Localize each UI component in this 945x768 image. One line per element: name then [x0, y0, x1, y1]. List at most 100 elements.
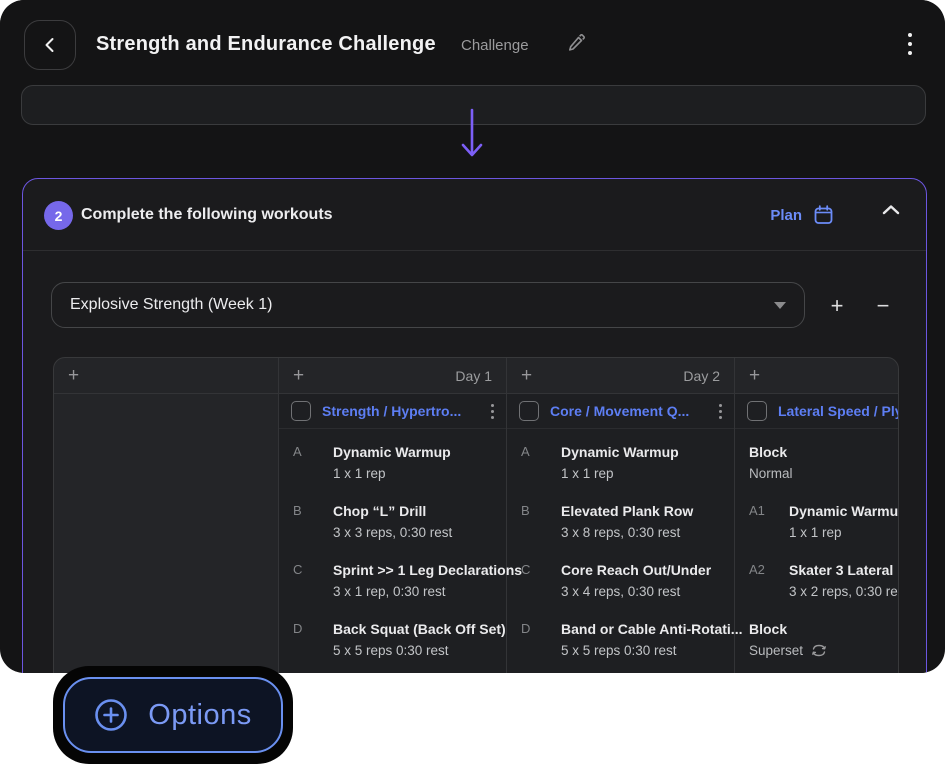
exercise-list: A Dynamic Warmup1 x 1 rep BChop “L” Drill3… — [279, 429, 506, 661]
exercise-list: A Dynamic Warmup1 x 1 rep BElevated Plank … — [507, 429, 734, 661]
screen: Strength and Endurance Challenge Challen… — [0, 0, 945, 768]
workout-planner-table: + + Day 1 + Day 2 + Strength / Hypertro... A Dyn… — [53, 357, 899, 673]
exercise-detail: 3 x 1 rep, 0:30 rest — [333, 581, 506, 602]
planner-header-cell: + Day 2 — [507, 358, 735, 393]
exercise-row[interactable]: BElevated Plank Row3 x 8 reps, 0:30 rest — [507, 501, 734, 543]
workout-card-header: Core / Movement Q... — [507, 394, 734, 429]
app-header: Strength and Endurance Challenge Challen… — [0, 0, 945, 80]
back-button[interactable] — [24, 20, 76, 70]
planner-column: Strength / Hypertro... A Dynamic Warmup1 x… — [279, 394, 507, 673]
exercise-tag: A — [293, 444, 302, 459]
exercise-name: Back Squat (Back Off Set) — [333, 619, 506, 640]
planner-body: Strength / Hypertro...ADynamic Warmup1 x… — [54, 394, 899, 673]
exercise-row[interactable]: D Back Squat (Back Off Set)5 x 5 reps 0:3… — [279, 619, 506, 661]
add-workout-button[interactable]: + — [68, 366, 79, 385]
exercise-name: Dynamic Warmup — [789, 501, 899, 522]
workout-checkbox[interactable] — [747, 401, 767, 421]
exercise-row[interactable]: C Sprint >> 1 Leg Declarations3 x 1 rep, … — [279, 560, 506, 602]
options-button[interactable]: Options — [63, 677, 283, 753]
page-title: Strength and Endurance Challenge — [96, 33, 436, 56]
exercise-name: Band or Cable Anti-Rotati... — [561, 619, 734, 640]
exercise-row[interactable]: BChop “L” Drill3 x 3 reps, 0:30 rest — [279, 501, 506, 543]
block-mode: Superset — [749, 640, 899, 661]
exercise-tag: A — [521, 444, 530, 459]
exercise-row[interactable]: A1 Dynamic Warmup1 x 1 rep — [735, 501, 899, 543]
step-number-badge: 2 — [44, 201, 73, 230]
exercise-detail: 1 x 1 rep — [333, 463, 506, 484]
exercise-detail: 1 x 1 rep — [561, 463, 734, 484]
planner-column — [54, 394, 279, 673]
add-workout-button[interactable]: + — [749, 366, 760, 385]
exercise-name: Dynamic Warmup — [561, 442, 734, 463]
exercise-name: Core Reach Out/Under — [561, 560, 734, 581]
arrow-down-icon — [458, 108, 486, 160]
workout-checkbox[interactable] — [291, 401, 311, 421]
workout-menu-icon[interactable] — [719, 404, 722, 419]
exercise-row[interactable]: A Dynamic Warmup1 x 1 rep — [507, 442, 734, 484]
step-section-header: 2 Complete the following workouts Plan — [23, 179, 926, 251]
workout-menu-icon[interactable] — [491, 404, 494, 419]
workout-checkbox[interactable] — [519, 401, 539, 421]
week-selector-value: Explosive Strength (Week 1) — [70, 296, 272, 314]
chevron-left-icon — [43, 37, 57, 53]
planner-header-cell: + — [54, 358, 279, 393]
workout-title[interactable]: Lateral Speed / Ply — [778, 403, 899, 419]
step-title: Complete the following workouts — [81, 206, 333, 224]
exercise-detail: 5 x 5 reps 0:30 rest — [561, 640, 734, 661]
chevron-up-icon[interactable] — [882, 204, 900, 216]
block-row[interactable]: BlockSuperset — [735, 619, 899, 661]
exercise-row[interactable]: D Band or Cable Anti-Rotati...5 x 5 reps … — [507, 619, 734, 661]
exercise-tag: D — [521, 621, 530, 636]
kebab-menu-icon[interactable] — [908, 33, 912, 55]
step-section: 2 Complete the following workouts Plan E… — [22, 178, 927, 673]
add-week-button[interactable]: + — [823, 292, 851, 320]
options-button-label: Options — [148, 699, 251, 732]
planner-column: Core / Movement Q... A Dynamic Warmup1 x 1… — [507, 394, 735, 673]
triangle-down-icon — [774, 302, 786, 309]
exercise-detail: 3 x 2 reps, 0:30 re — [789, 581, 899, 602]
pencil-icon[interactable] — [567, 34, 585, 54]
planner-header-row: + + Day 1 + Day 2 + — [54, 358, 899, 394]
exercise-row[interactable]: C Core Reach Out/Under3 x 4 reps, 0:30 re… — [507, 560, 734, 602]
exercise-name: Dynamic Warmup — [333, 442, 506, 463]
app-window: Strength and Endurance Challenge Challen… — [0, 0, 945, 673]
planner-header-cell: + Day 1 — [279, 358, 507, 393]
day-label: Day 2 — [683, 368, 720, 384]
add-workout-button[interactable]: + — [293, 366, 304, 385]
week-selector-dropdown[interactable]: Explosive Strength (Week 1) — [51, 282, 805, 328]
exercise-list: BlockNormal A1 Dynamic Warmup1 x 1 rep A2 Sk… — [735, 429, 899, 661]
planner-column: Lateral Speed / Ply BlockNormal A1 Dynamic … — [735, 394, 899, 673]
exercise-detail: 3 x 3 reps, 0:30 rest — [333, 522, 506, 543]
exercise-tag: A1 — [749, 503, 765, 518]
plan-link-label: Plan — [770, 207, 802, 224]
exercise-tag: B — [293, 503, 302, 518]
plus-circle-icon — [94, 698, 128, 732]
remove-week-button[interactable]: − — [869, 292, 897, 320]
exercise-name: Sprint >> 1 Leg Declarations — [333, 560, 506, 581]
challenge-type-label: Challenge — [461, 37, 529, 54]
exercise-row[interactable]: A Dynamic Warmup1 x 1 rep — [279, 442, 506, 484]
workout-title[interactable]: Core / Movement Q... — [550, 403, 708, 419]
workout-card-header: Lateral Speed / Ply — [735, 394, 899, 429]
block-row[interactable]: BlockNormal — [735, 442, 899, 484]
exercise-tag: D — [293, 621, 302, 636]
block-label: Block — [749, 442, 899, 463]
exercise-name: Skater 3 Lateral Ho — [789, 560, 899, 581]
exercise-tag: C — [521, 562, 530, 577]
exercise-detail: 3 x 4 reps, 0:30 rest — [561, 581, 734, 602]
exercise-tag: C — [293, 562, 302, 577]
calendar-icon — [814, 205, 833, 225]
cycle-icon — [811, 644, 827, 657]
exercise-tag: A2 — [749, 562, 765, 577]
workout-title[interactable]: Strength / Hypertro... — [322, 403, 480, 419]
exercise-row[interactable]: A2 Skater 3 Lateral Ho3 x 2 reps, 0:30 re — [735, 560, 899, 602]
add-workout-button[interactable]: + — [521, 366, 532, 385]
exercise-detail: 5 x 5 reps 0:30 rest — [333, 640, 506, 661]
day-label: Day 1 — [455, 368, 492, 384]
workout-card-header: Strength / Hypertro... — [279, 394, 506, 429]
exercise-detail: 1 x 1 rep — [789, 522, 899, 543]
block-label: Block — [749, 619, 899, 640]
exercise-detail: 3 x 8 reps, 0:30 rest — [561, 522, 734, 543]
plan-link[interactable]: Plan — [770, 205, 833, 225]
exercise-name: Elevated Plank Row — [561, 501, 734, 522]
